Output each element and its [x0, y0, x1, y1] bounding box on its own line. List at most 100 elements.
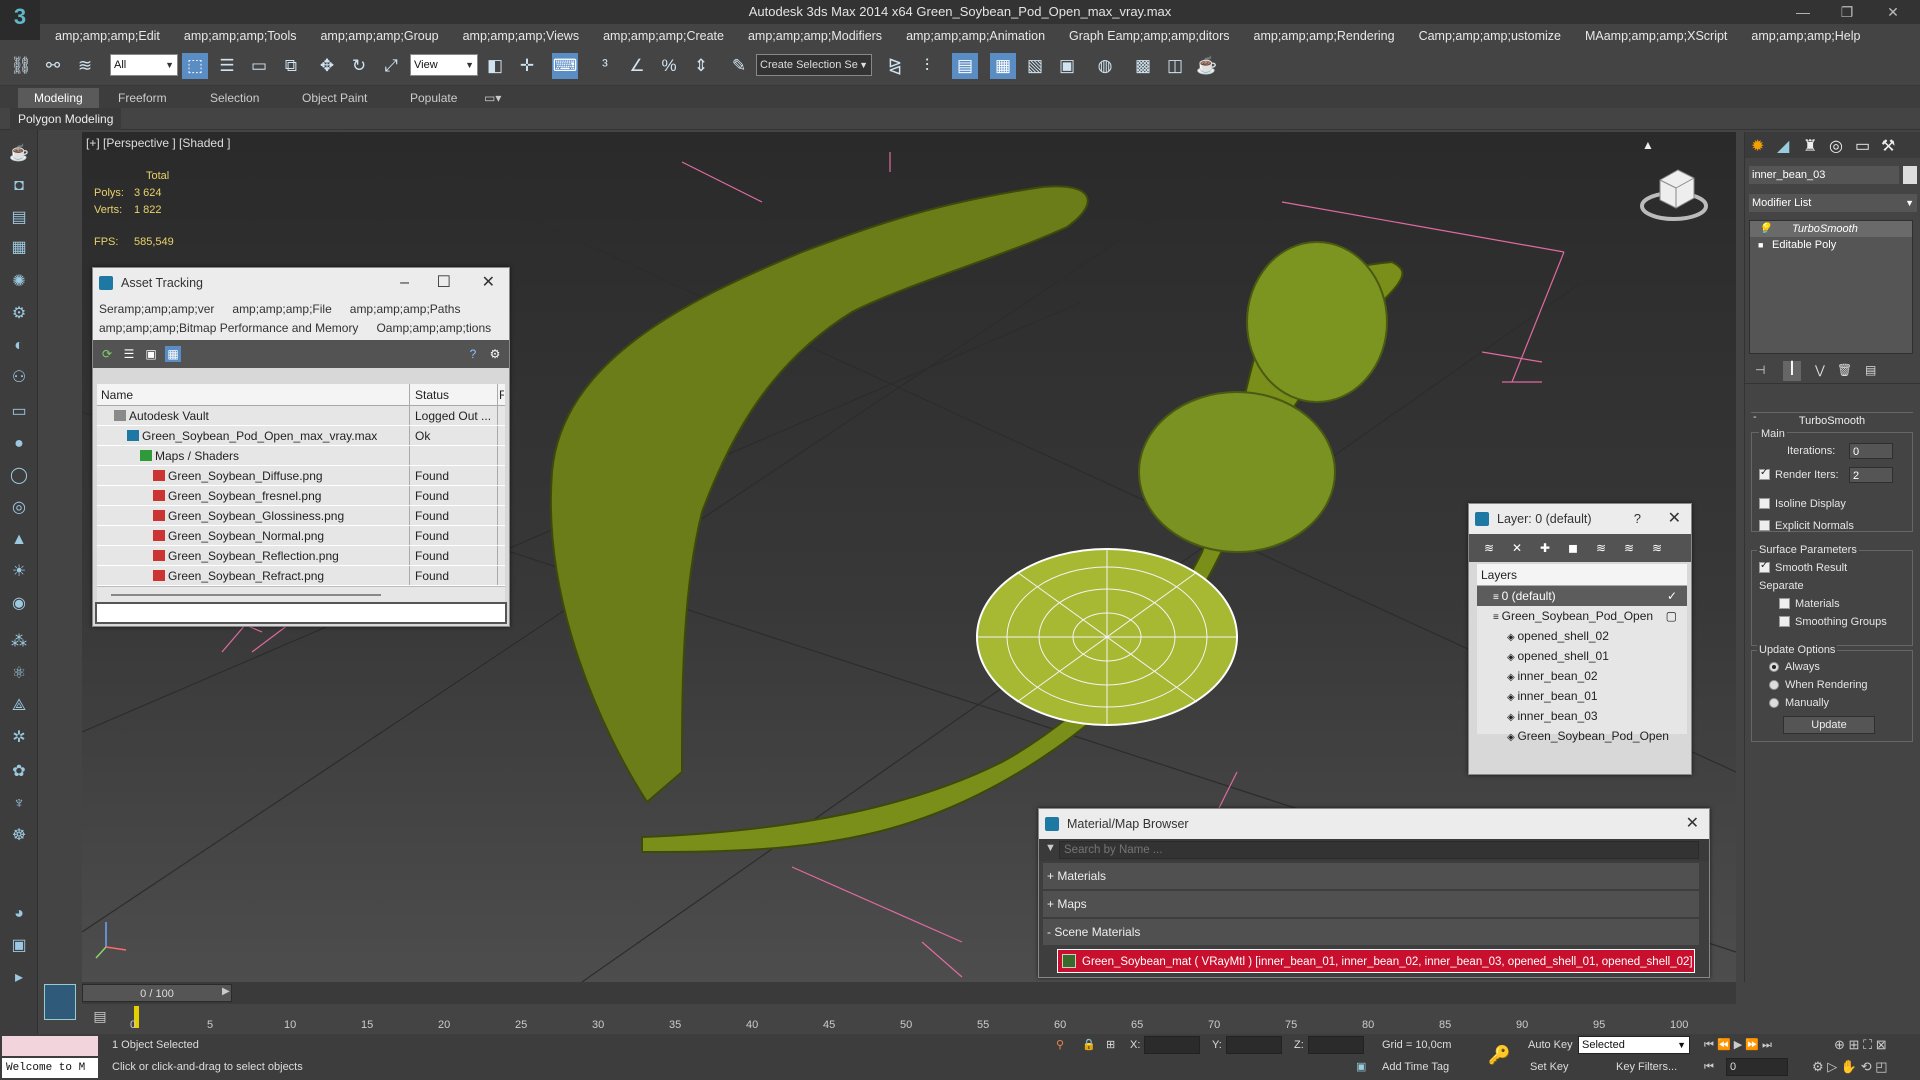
- menu-graph-editors[interactable]: Graph Eamp;amp;amp;ditors: [1069, 29, 1230, 43]
- plant-icon[interactable]: ✿: [7, 760, 31, 784]
- search-by-name-input[interactable]: [1059, 841, 1699, 859]
- previous-frame-icon[interactable]: ⏪: [1717, 1039, 1731, 1051]
- highlight-layer-icon[interactable]: ≋: [1593, 540, 1609, 556]
- help-icon[interactable]: ?: [1634, 504, 1641, 534]
- compound-icon[interactable]: ⟁: [7, 694, 31, 718]
- move-icon[interactable]: ✥: [314, 53, 340, 79]
- system-icon[interactable]: ⚇: [7, 366, 31, 390]
- selection-lock-icon[interactable]: 🔒: [1082, 1036, 1096, 1054]
- asset-tracking-titlebar[interactable]: Asset Tracking – ☐ ✕: [93, 268, 509, 298]
- menu-help[interactable]: amp;amp;amp;Help: [1751, 29, 1860, 43]
- display-tab-icon[interactable]: ▭: [1855, 136, 1870, 156]
- asset-row[interactable]: Green_Soybean_Refract.png Found: [97, 566, 505, 586]
- script-icon[interactable]: ▣: [7, 934, 31, 958]
- separate-smoothing-groups-checkbox[interactable]: [1779, 616, 1790, 627]
- current-layer-marker[interactable]: ✓: [1667, 586, 1677, 606]
- scene-materials-section[interactable]: - Scene Materials: [1043, 919, 1699, 945]
- spinner-snap-icon[interactable]: ⇕: [688, 53, 714, 79]
- particle-icon[interactable]: ⁂: [7, 630, 31, 654]
- layer-row[interactable]: ≡ Green_Soybean_Pod_Open ▢: [1477, 606, 1687, 626]
- close-icon[interactable]: ✕: [1686, 809, 1699, 839]
- go-to-start-icon[interactable]: ⏮: [1704, 1039, 1714, 1051]
- dynamics-icon[interactable]: ⚛: [7, 662, 31, 686]
- align-icon[interactable]: ⫶: [914, 53, 940, 79]
- auto-key-button[interactable]: Auto Key: [1528, 1036, 1573, 1054]
- menu-paths[interactable]: amp;amp;amp;Paths: [350, 302, 461, 316]
- close-icon[interactable]: ✕: [1876, 0, 1910, 24]
- update-always-radio[interactable]: [1769, 662, 1779, 672]
- y-coordinate-field[interactable]: [1226, 1036, 1282, 1054]
- render-globe-icon[interactable]: ◕: [7, 902, 31, 926]
- link-icon[interactable]: ⛓: [8, 53, 34, 79]
- maxscript-listener[interactable]: Welcome to M: [2, 1058, 98, 1078]
- make-unique-icon[interactable]: ⋁: [1815, 363, 1825, 377]
- render-production-icon[interactable]: ☕: [1194, 53, 1220, 79]
- zoom-icon[interactable]: ⊕: [1834, 1037, 1845, 1052]
- hierarchy-tab-icon[interactable]: ♜: [1803, 136, 1817, 156]
- thumbnail-view-icon[interactable]: ▣: [143, 346, 159, 362]
- isoline-display-checkbox[interactable]: [1759, 498, 1770, 509]
- scene-material-item[interactable]: Green_Soybean_mat ( VRayMtl ) [inner_bea…: [1057, 949, 1695, 973]
- zoom-extents-icon[interactable]: ⛶: [1863, 1037, 1872, 1052]
- menu-create[interactable]: amp;amp;amp;Create: [603, 29, 724, 43]
- render-iters-checkbox[interactable]: [1759, 467, 1770, 480]
- object-color-swatch[interactable]: [1903, 166, 1917, 184]
- close-icon[interactable]: ✕: [482, 268, 495, 298]
- motion-tab-icon[interactable]: ◎: [1829, 136, 1843, 156]
- reference-coord-dropdown[interactable]: View ▼: [410, 54, 478, 76]
- menu-edit[interactable]: amp;amp;amp;Edit: [55, 29, 160, 43]
- camera-icon[interactable]: ◘: [7, 174, 31, 198]
- material-editor-icon[interactable]: ◍: [1092, 53, 1118, 79]
- create-tab-icon[interactable]: ✹: [1751, 136, 1764, 156]
- select-object-icon[interactable]: ⬚: [182, 53, 208, 79]
- tab-object-paint[interactable]: Object Paint: [286, 88, 383, 108]
- modify-tab-icon[interactable]: ◢: [1777, 136, 1789, 156]
- select-highlighted-icon[interactable]: ◼: [1565, 540, 1581, 556]
- asset-row[interactable]: Green_Soybean_Normal.png Found: [97, 526, 505, 546]
- layer-row[interactable]: ◈ inner_bean_01: [1477, 686, 1687, 706]
- z-coordinate-field[interactable]: [1308, 1036, 1364, 1054]
- select-by-name-icon[interactable]: ☰: [214, 53, 240, 79]
- snaps-toggle-icon[interactable]: ³: [592, 53, 618, 79]
- hide-all-layers-icon[interactable]: ≋: [1621, 540, 1637, 556]
- asset-row[interactable]: Maps / Shaders: [97, 446, 505, 466]
- asset-row[interactable]: Green_Soybean_fresnel.png Found: [97, 486, 505, 506]
- layer-row[interactable]: ◈ opened_shell_01: [1477, 646, 1687, 666]
- rotate-icon[interactable]: ↻: [346, 53, 372, 79]
- menu-maxscript[interactable]: MAamp;amp;amp;XScript: [1585, 29, 1727, 43]
- table-view-icon[interactable]: ▦: [165, 346, 181, 362]
- maximize-viewport-icon[interactable]: ◰: [1875, 1059, 1887, 1074]
- add-to-layer-icon[interactable]: ✚: [1537, 540, 1553, 556]
- teapot-icon[interactable]: ☕: [7, 142, 31, 166]
- separate-materials-checkbox[interactable]: [1779, 598, 1790, 609]
- minimize-icon[interactable]: —: [1786, 0, 1820, 24]
- orbit-icon[interactable]: ⟲: [1861, 1059, 1872, 1074]
- pin-stack-icon[interactable]: ⊣: [1755, 363, 1765, 377]
- render-iters-spinner[interactable]: 2: [1849, 467, 1893, 483]
- menu-group[interactable]: amp;amp;amp;Group: [320, 29, 438, 43]
- object-name-field[interactable]: inner_bean_03: [1749, 166, 1899, 184]
- explicit-normals-checkbox[interactable]: [1759, 520, 1770, 531]
- angle-snap-icon[interactable]: ∠: [624, 53, 650, 79]
- layer-row[interactable]: ◈ inner_bean_02: [1477, 666, 1687, 686]
- refresh-icon[interactable]: ⟳: [99, 346, 115, 362]
- update-manually-radio[interactable]: [1769, 698, 1779, 708]
- freeze-all-layers-icon[interactable]: ≋: [1649, 540, 1665, 556]
- key-mode-dropdown[interactable]: Selected ▼: [1578, 1036, 1690, 1054]
- column-name[interactable]: Name: [97, 384, 410, 405]
- mini-listener-icon[interactable]: [44, 984, 76, 1020]
- maxscript-listener-pink[interactable]: [2, 1036, 98, 1056]
- selection-filter-dropdown[interactable]: All ▼: [110, 54, 178, 76]
- stack-item-turbosmooth[interactable]: 💡 TurboSmooth: [1750, 221, 1912, 237]
- asset-row[interactable]: Green_Soybean_Reflection.png Found: [97, 546, 505, 566]
- lock-icon[interactable]: ▲: [1642, 138, 1660, 152]
- menu-views[interactable]: amp;amp;amp;Views: [463, 29, 580, 43]
- pan-icon[interactable]: ✋: [1841, 1059, 1857, 1074]
- timeline-ruler[interactable]: ▤ 0 5 10 15 20 25 30 35 40 45 50 55 60 65 70 75 80 85 90 95…: [82, 1004, 1736, 1034]
- clothing-icon[interactable]: ☸: [7, 824, 31, 848]
- asset-row[interactable]: Green_Soybean_Pod_Open_max_vray.max Ok: [97, 426, 505, 446]
- ribbon-toggle-icon[interactable]: ▦: [990, 53, 1016, 79]
- menu-server[interactable]: Seramp;amp;amp;ver: [99, 302, 214, 316]
- grid-icon[interactable]: ▦: [7, 236, 31, 260]
- layer-row[interactable]: ◈ Green_Soybean_Pod_Open: [1477, 726, 1687, 746]
